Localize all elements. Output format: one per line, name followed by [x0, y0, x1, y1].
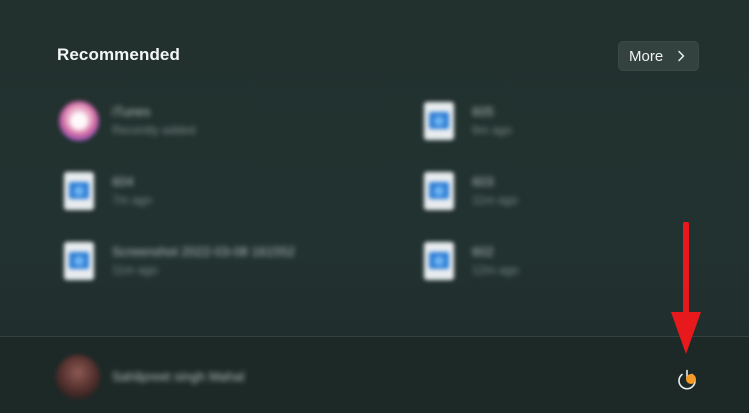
item-name: iTunes — [112, 104, 151, 119]
start-menu-panel: Recommended More iTunes Recently added 6… — [0, 0, 749, 413]
item-subtitle: 7m ago — [112, 193, 153, 207]
recommended-item[interactable]: 604 7m ago — [57, 169, 357, 213]
update-badge-icon — [686, 374, 696, 384]
recommended-item[interactable]: 605 6m ago — [417, 99, 717, 143]
red-arrow-icon — [671, 222, 701, 354]
item-subtitle: 12m ago — [472, 263, 519, 277]
start-menu-footer: Sahilpreet singh Mahal — [0, 336, 749, 413]
item-subtitle: 11m ago — [112, 263, 158, 277]
image-file-icon — [424, 242, 454, 280]
image-file-icon — [64, 172, 94, 210]
item-subtitle: Recently added — [112, 123, 196, 137]
item-name: 604 — [112, 174, 134, 189]
item-name: 602 — [472, 244, 494, 259]
recommended-item[interactable]: iTunes Recently added — [57, 99, 357, 143]
user-avatar — [56, 355, 100, 399]
recommended-item[interactable]: 603 11m ago — [417, 169, 717, 213]
more-button-label: More — [629, 47, 664, 65]
user-name: Sahilpreet singh Mahal — [112, 369, 245, 384]
item-name: 605 — [472, 104, 494, 119]
recommended-heading: Recommended — [57, 45, 180, 64]
item-subtitle: 6m ago — [472, 123, 513, 137]
recommended-item[interactable]: Screenshot 2022-03-08 161552 11m ago — [57, 239, 357, 283]
item-subtitle: 11m ago — [472, 193, 518, 207]
item-name: 603 — [472, 174, 494, 189]
itunes-icon — [59, 101, 99, 141]
more-button[interactable]: More — [618, 41, 699, 71]
user-account-button[interactable]: Sahilpreet singh Mahal — [56, 355, 356, 399]
image-file-icon — [424, 102, 454, 140]
item-name: Screenshot 2022-03-08 161552 — [112, 244, 295, 259]
image-file-icon — [64, 242, 94, 280]
chevron-right-icon — [678, 50, 685, 62]
image-file-icon — [424, 172, 454, 210]
